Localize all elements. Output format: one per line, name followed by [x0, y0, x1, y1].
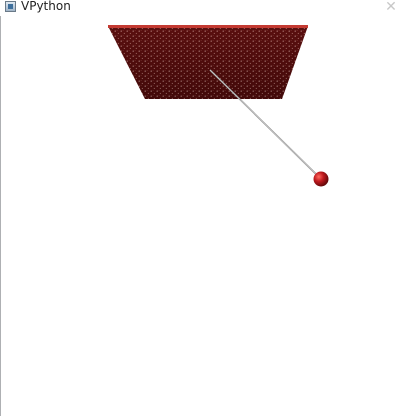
title-bar[interactable]: VPython ✕	[0, 0, 414, 16]
pendulum-bob[interactable]	[313, 171, 329, 187]
window-title: VPython	[21, 0, 71, 13]
close-icon[interactable]: ✕	[384, 0, 398, 14]
ceiling-slab	[108, 25, 308, 99]
3d-scene-canvas[interactable]	[0, 16, 414, 416]
vpython-app-icon[interactable]	[5, 1, 16, 12]
vpython-window: VPython ✕	[0, 0, 414, 416]
